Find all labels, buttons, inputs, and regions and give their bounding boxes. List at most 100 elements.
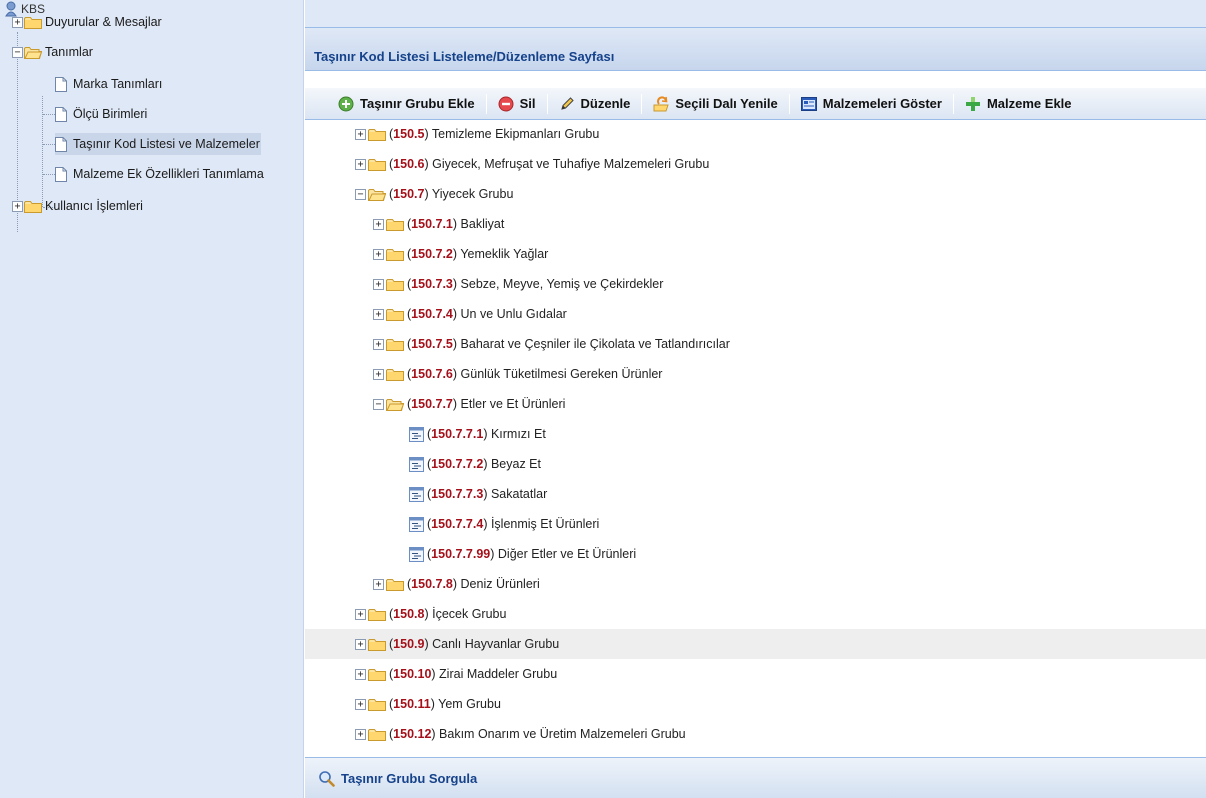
tree-node[interactable]: + (150.7.8) Deniz Ürünleri — [305, 569, 1206, 599]
expand-toggle-icon[interactable]: + — [355, 128, 366, 140]
tree-node-label: (150.7.7.99) Diğer Etler ve Et Ürünleri — [427, 547, 637, 561]
expand-toggle-icon[interactable]: + — [12, 16, 23, 28]
tree-node[interactable]: + (150.7.3) Sebze, Meyve, Yemiş ve Çekird… — [305, 269, 1206, 299]
toolbar-button-label: Düzenle — [580, 96, 631, 111]
expand-toggle-icon[interactable]: + — [355, 728, 366, 740]
folder-icon — [368, 608, 386, 621]
tree-node[interactable]: (150.7.7.99) Diğer Etler ve Et Ürünleri — [305, 539, 1206, 569]
tree-node-label: (150.7.8) Deniz Ürünleri — [407, 577, 540, 591]
expand-toggle-icon[interactable]: − — [355, 188, 366, 200]
folder-icon — [368, 728, 386, 741]
toolbar-separator — [641, 93, 643, 114]
tree-node-text: Günlük Tüketilmesi Gereken Ürünler — [460, 367, 663, 381]
tree-node-text: Sakatatlar — [490, 487, 548, 501]
toolbar-button-label: Sil — [519, 96, 536, 111]
toolbar-button[interactable]: Düzenle — [556, 92, 634, 116]
expand-toggle-icon[interactable]: − — [373, 398, 384, 410]
tree-node[interactable]: (150.7.7.2) Beyaz Et — [305, 449, 1206, 479]
tree-node[interactable]: (150.7.7.3) Sakatatlar — [305, 479, 1206, 509]
toolbar-separator — [788, 93, 790, 114]
tree-node[interactable]: − (150.7.7) Etler ve Et Ürünleri — [305, 389, 1206, 419]
expand-toggle-icon[interactable]: + — [373, 278, 384, 290]
expand-toggle-icon[interactable]: + — [355, 158, 366, 170]
tree-node-label: (150.7.2) Yemeklik Yağlar — [407, 247, 549, 261]
item-list-icon — [409, 486, 424, 502]
expand-toggle-icon[interactable]: + — [355, 698, 366, 710]
tree-node[interactable]: (150.7.7.1) Kırmızı Et — [305, 419, 1206, 449]
expand-toggle-icon[interactable]: + — [373, 308, 384, 320]
tree-node-label: (150.7.1) Bakliyat — [407, 217, 505, 231]
list-window-icon — [800, 96, 817, 112]
toolbar-button[interactable]: Seçili Dalı Yenile — [650, 92, 780, 116]
tree-node-text: Un ve Unlu Gıdalar — [460, 307, 567, 321]
tree-node[interactable]: + (150.8) İçecek Grubu — [305, 599, 1206, 629]
tree-node[interactable]: + (150.6) Giyecek, Mefruşat ve Tuhafiye M… — [305, 149, 1206, 179]
add-circle-icon — [338, 96, 354, 112]
expand-toggle-icon[interactable]: + — [355, 638, 366, 650]
item-list-icon — [409, 546, 424, 562]
sidebar-item[interactable]: − Tanımlar — [12, 41, 93, 63]
toolbar-button[interactable]: Malzeme Ekle — [962, 92, 1075, 116]
expand-toggle-icon[interactable]: + — [355, 668, 366, 680]
toolbar-separator — [546, 93, 548, 114]
tree-node-text: Zirai Maddeler Grubu — [439, 667, 558, 681]
tree-node-code: 150.7 — [393, 187, 425, 201]
tree-node[interactable]: + (150.7.2) Yemeklik Yağlar — [305, 239, 1206, 269]
expand-toggle-icon[interactable]: + — [373, 338, 384, 350]
tree-node-code: 150.7.4 — [411, 307, 453, 321]
toolbar-button[interactable]: Sil — [495, 92, 539, 116]
tree-node[interactable]: + (150.7.1) Bakliyat — [305, 209, 1206, 239]
delete-circle-icon — [498, 96, 514, 112]
tree-node-label: (150.7.7.4) İşlenmiş Et Ürünleri — [427, 517, 600, 531]
sidebar-item-label: Ölçü Birimleri — [73, 107, 148, 121]
sidebar-item[interactable]: Malzeme Ek Özellikleri Tanımlama — [55, 163, 264, 185]
tree-node[interactable]: − (150.7) Yiyecek Grubu — [305, 179, 1206, 209]
expand-toggle-icon[interactable]: + — [373, 368, 384, 380]
expand-toggle-icon[interactable]: + — [373, 578, 384, 590]
tree-node-text: Diğer Etler ve Et Ürünleri — [497, 547, 637, 561]
tree-node[interactable]: + (150.7.5) Baharat ve Çeşniler ile Çikol… — [305, 329, 1206, 359]
tree-node-label: (150.7.7.3) Sakatatlar — [427, 487, 548, 501]
folder-icon — [386, 248, 404, 261]
tree-node[interactable]: + (150.7.6) Günlük Tüketilmesi Gereken Ür… — [305, 359, 1206, 389]
sidebar-item-label: Duyurular & Mesajlar — [45, 15, 162, 29]
tree-node-text: Yem Grubu — [438, 697, 501, 711]
expand-toggle-icon[interactable]: + — [373, 248, 384, 260]
tree-node-label: (150.7.5) Baharat ve Çeşniler ile Çikola… — [407, 337, 730, 351]
tree-node[interactable]: + (150.9) Canlı Hayvanlar Grubu — [305, 629, 1206, 659]
tree-node[interactable]: + (150.5) Temizleme Ekipmanları Grubu — [305, 121, 1206, 149]
sidebar-item[interactable]: Taşınır Kod Listesi ve Malzemeler — [55, 133, 261, 155]
tree-node[interactable]: (150.7.7.4) İşlenmiş Et Ürünleri — [305, 509, 1206, 539]
folder-open-icon — [24, 46, 43, 59]
tree-node[interactable]: + (150.11) Yem Grubu — [305, 689, 1206, 719]
tree-node-label: (150.7.7.2) Beyaz Et — [427, 457, 541, 471]
toolbar-button[interactable]: Taşınır Grubu Ekle — [335, 92, 478, 116]
toolbar-button[interactable]: Malzemeleri Göster — [798, 92, 945, 116]
expand-toggle-icon[interactable]: + — [373, 218, 384, 230]
tree-node-label: (150.7.7.1) Kırmızı Et — [427, 427, 546, 441]
tree-node-label: (150.10) Zirai Maddeler Grubu — [389, 667, 558, 681]
sidebar-item[interactable]: Ölçü Birimleri — [55, 103, 147, 125]
footer-bar[interactable]: Taşınır Grubu Sorgula — [305, 757, 1206, 798]
tree-node-text: Bakliyat — [460, 217, 505, 231]
page-icon — [55, 106, 67, 122]
expand-toggle-icon[interactable]: − — [12, 46, 23, 58]
expand-toggle-icon[interactable]: + — [12, 200, 23, 212]
tree-node-code: 150.10 — [393, 667, 432, 681]
tree-node[interactable]: + (150.10) Zirai Maddeler Grubu — [305, 659, 1206, 689]
magnifier-icon — [318, 770, 335, 787]
sidebar-item[interactable]: + Kullanıcı İşlemleri — [12, 195, 143, 217]
kod-tree: + (150.5) Temizleme Ekipmanları Grubu + (15… — [305, 121, 1206, 757]
sidebar-item[interactable]: + Duyurular & Mesajlar — [12, 11, 162, 33]
tree-node[interactable]: + (150.7.4) Un ve Unlu Gıdalar — [305, 299, 1206, 329]
tree-node[interactable]: + (150.12) Bakım Onarım ve Üretim Malzeme… — [305, 719, 1206, 749]
tree-node-code: 150.7.6 — [411, 367, 453, 381]
tree-node-code: 150.7.7 — [411, 397, 453, 411]
expand-toggle-icon[interactable]: + — [355, 608, 366, 620]
tree-node-code: 150.5 — [393, 127, 425, 141]
sidebar-item[interactable]: Marka Tanımları — [55, 73, 162, 95]
footer-search-button[interactable]: Taşınır Grubu Sorgula — [341, 771, 477, 786]
folder-icon — [368, 698, 386, 711]
tree-node-text: Yemeklik Yağlar — [460, 247, 549, 261]
sidebar-item-label: Taşınır Kod Listesi ve Malzemeler — [73, 137, 260, 151]
